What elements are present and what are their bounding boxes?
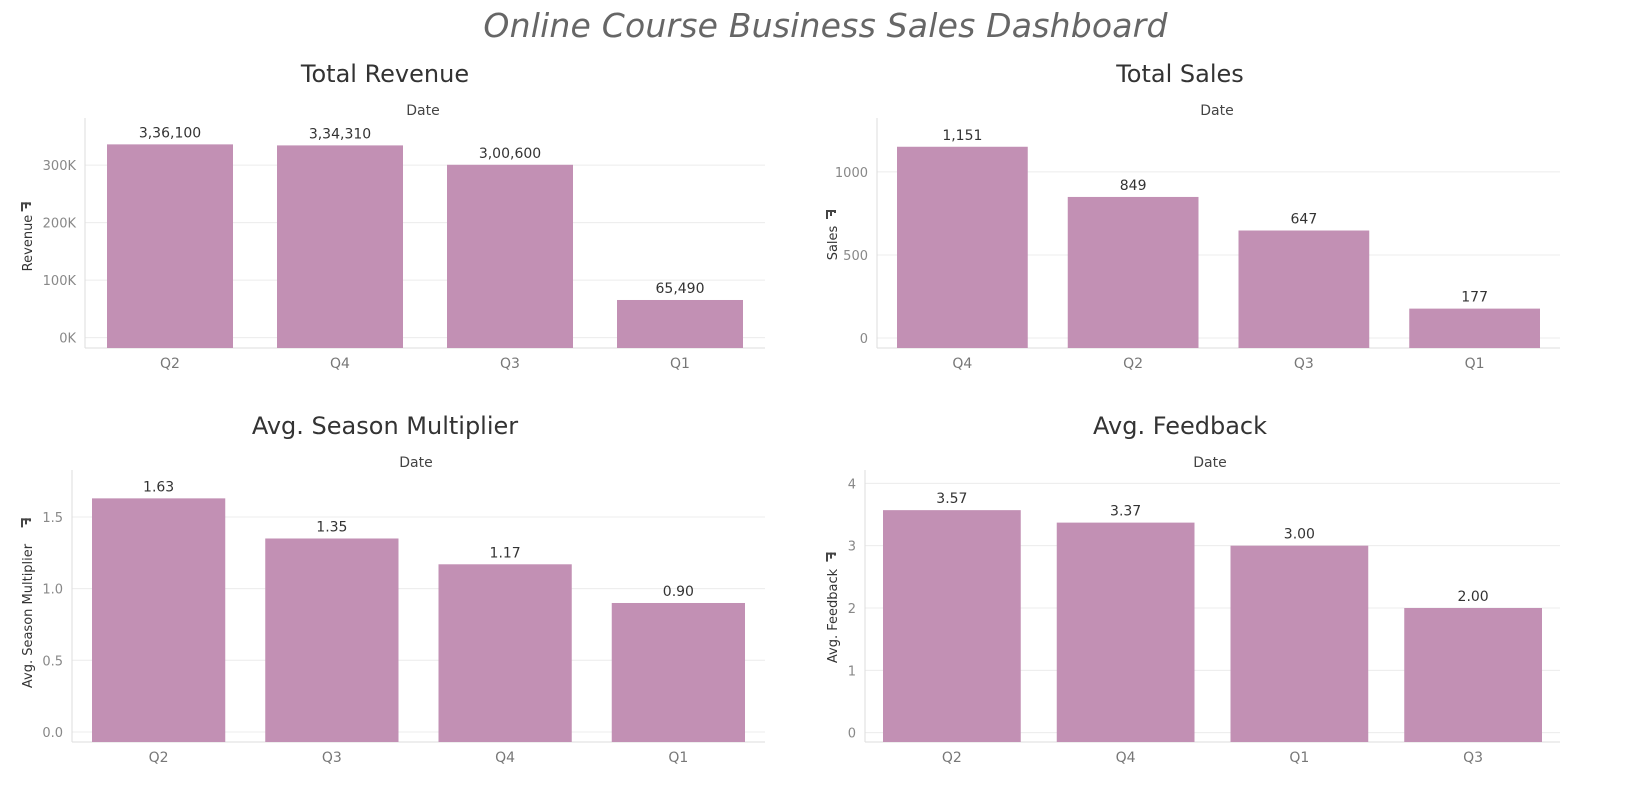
x-category-label: Q4 bbox=[952, 356, 972, 372]
data-label: 647 bbox=[1291, 212, 1318, 228]
sort-icon[interactable] bbox=[21, 202, 31, 212]
x-category-label: Q1 bbox=[670, 356, 690, 372]
bar[interactable] bbox=[1238, 230, 1370, 348]
data-label: 177 bbox=[1461, 290, 1488, 306]
y-axis-title: Sales bbox=[826, 225, 841, 260]
x-category-label: Q2 bbox=[942, 750, 962, 766]
column-header: Date bbox=[399, 455, 432, 471]
bar[interactable] bbox=[1056, 522, 1195, 742]
data-label: 3,00,600 bbox=[479, 146, 541, 162]
x-category-label: Q2 bbox=[160, 356, 180, 372]
chart-title: Total Sales bbox=[1115, 60, 1244, 88]
y-tick-label: 0 bbox=[848, 727, 856, 742]
bar[interactable] bbox=[107, 144, 233, 348]
y-tick-label: 0.5 bbox=[42, 654, 63, 669]
bar[interactable] bbox=[1404, 608, 1542, 742]
data-label: 3,34,310 bbox=[309, 126, 371, 142]
x-category-label: Q3 bbox=[1294, 356, 1314, 372]
chart-svg: Total Sales Date 0 500 1000 Sales 1,151 Q4 849 Q2… bbox=[826, 60, 1560, 372]
sort-icon[interactable] bbox=[826, 552, 836, 562]
y-tick-label: 1.5 bbox=[42, 511, 63, 526]
season-multiplier-chart-panel: Avg. Season Multiplier Date 0.0 0.5 1.0 1.5 Av… bbox=[0, 412, 790, 766]
bar[interactable] bbox=[617, 299, 743, 348]
column-header: Date bbox=[1200, 103, 1233, 119]
x-category-label: Q3 bbox=[500, 356, 520, 372]
y-tick-label: 2 bbox=[848, 602, 856, 617]
data-label: 65,490 bbox=[656, 281, 705, 297]
dashboard-title: Online Course Business Sales Dashboard bbox=[483, 6, 1168, 45]
bar[interactable] bbox=[897, 146, 1028, 348]
sales-chart-panel: Total Sales Date 0 500 1000 Sales 1,151 Q4 849 Q2… bbox=[805, 60, 1651, 390]
bar[interactable] bbox=[447, 164, 573, 348]
x-category-label: Q1 bbox=[1465, 356, 1485, 372]
x-category-label: Q1 bbox=[668, 750, 688, 766]
y-tick-label: 100K bbox=[43, 274, 77, 289]
y-axis-title: Avg. Season Multiplier bbox=[21, 543, 36, 688]
data-label: 2.00 bbox=[1458, 589, 1489, 605]
column-header: Date bbox=[406, 103, 439, 119]
x-category-label: Q2 bbox=[1123, 356, 1143, 372]
sort-icon[interactable] bbox=[21, 518, 31, 528]
x-category-label: Q4 bbox=[495, 750, 515, 766]
data-label: 3.37 bbox=[1110, 504, 1141, 520]
chart-svg: Avg. Season Multiplier Date 0.0 0.5 1.0 1.5 Av… bbox=[21, 412, 765, 766]
data-label: 1.35 bbox=[316, 519, 347, 535]
column-header: Date bbox=[1193, 455, 1226, 471]
x-category-label: Q1 bbox=[1289, 750, 1309, 766]
y-tick-label: 4 bbox=[848, 477, 856, 492]
chart-title: Avg. Season Multiplier bbox=[252, 412, 518, 440]
y-axis-title: Revenue bbox=[21, 215, 36, 272]
x-category-label: Q3 bbox=[1463, 750, 1483, 766]
data-label: 1.63 bbox=[143, 479, 174, 495]
bar[interactable] bbox=[1230, 545, 1369, 742]
bar[interactable] bbox=[265, 538, 399, 742]
x-category-label: Q3 bbox=[322, 750, 342, 766]
bar[interactable] bbox=[92, 498, 226, 742]
chart-title: Total Revenue bbox=[300, 60, 469, 88]
bar[interactable] bbox=[277, 145, 403, 348]
x-category-label: Q4 bbox=[330, 356, 350, 372]
y-axis-title: Avg. Feedback bbox=[826, 568, 841, 663]
data-label: 1,151 bbox=[942, 128, 982, 144]
y-tick-label: 1000 bbox=[835, 166, 868, 181]
chart-svg: Avg. Feedback Date 0 1 2 3 4 Avg. Feedback 3.57 Q… bbox=[826, 412, 1560, 766]
data-label: 3.57 bbox=[936, 491, 967, 507]
chart-title: Avg. Feedback bbox=[1093, 412, 1267, 440]
bar[interactable] bbox=[438, 564, 572, 742]
data-label: 1.17 bbox=[490, 545, 521, 561]
x-category-label: Q2 bbox=[149, 750, 169, 766]
x-category-label: Q4 bbox=[1116, 750, 1136, 766]
y-tick-label: 0 bbox=[860, 332, 868, 347]
y-tick-label: 0K bbox=[59, 332, 76, 347]
y-tick-label: 3 bbox=[848, 540, 856, 555]
y-tick-label: 200K bbox=[43, 217, 77, 232]
y-tick-label: 0.0 bbox=[42, 726, 63, 741]
feedback-chart-panel: Avg. Feedback Date 0 1 2 3 4 Avg. Feedback 3.57 Q… bbox=[805, 412, 1651, 766]
data-label: 849 bbox=[1120, 178, 1147, 194]
bar[interactable] bbox=[611, 602, 745, 742]
data-label: 3.00 bbox=[1284, 527, 1315, 543]
revenue-chart-panel: Total Revenue Date 0K 100K 200K 300K Revenue 3,… bbox=[0, 60, 790, 390]
chart-svg: Total Revenue Date 0K 100K 200K 300K Revenue 3,… bbox=[21, 60, 765, 372]
y-tick-label: 1.0 bbox=[42, 583, 63, 598]
y-tick-label: 1 bbox=[848, 664, 856, 679]
y-tick-label: 300K bbox=[43, 159, 77, 174]
sort-icon[interactable] bbox=[826, 210, 836, 219]
data-label: 0.90 bbox=[663, 584, 694, 600]
data-label: 3,36,100 bbox=[139, 125, 201, 141]
y-tick-label: 500 bbox=[843, 249, 868, 264]
bar[interactable] bbox=[883, 510, 1021, 742]
bar[interactable] bbox=[1067, 196, 1199, 348]
bar[interactable] bbox=[1409, 308, 1540, 348]
